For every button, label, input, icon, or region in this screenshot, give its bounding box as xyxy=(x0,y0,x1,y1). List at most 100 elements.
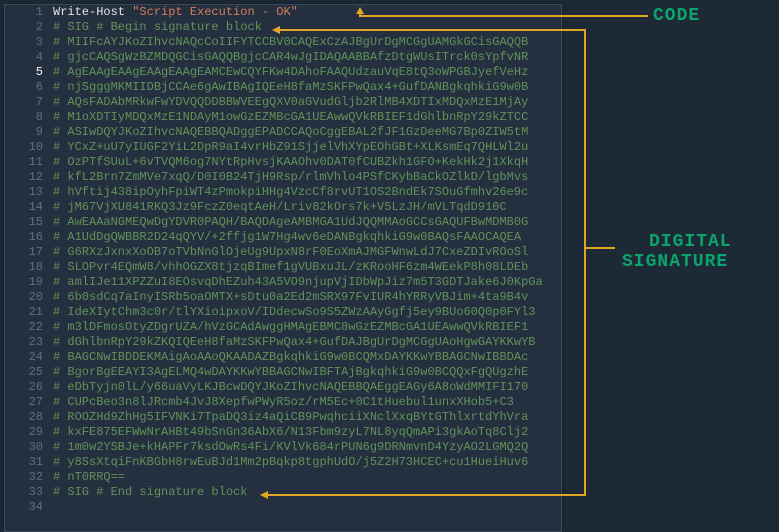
code-token: # amlIJe11XPZZuI8EOsvqDhEZuh43A5VO9njupV… xyxy=(53,275,543,289)
code-line: 1Write-Host "Script Execution - OK" xyxy=(5,5,561,20)
line-number: 12 xyxy=(5,170,53,185)
line-number: 22 xyxy=(5,320,53,335)
code-token: # BAGCNwIBDDEKMAigAoAAoQKAADAZBgkqhkiG9w… xyxy=(53,350,528,364)
code-token: "Script Execution - OK" xyxy=(132,5,298,19)
code-line: 9# ASIwDQYJKoZIhvcNAQEBBQADggEPADCCAQoCg… xyxy=(5,125,561,140)
line-content: # SIG # End signature block xyxy=(53,485,561,500)
line-number: 4 xyxy=(5,50,53,65)
line-number: 10 xyxy=(5,140,53,155)
code-token: # SIG # End signature block xyxy=(53,485,247,499)
line-number: 31 xyxy=(5,455,53,470)
line-number: 23 xyxy=(5,335,53,350)
line-content: # AwEAAaNGMEQwDgYDVR0PAQH/BAQDAgeAMBMGA1… xyxy=(53,215,561,230)
line-content: # AgEAAgEAAgEAAgEAAgEAMCEwCQYFKw4DAhoFAA… xyxy=(53,65,561,80)
code-line: 17# G6RXzJxnxXoOB7oTVbNnGlOjeUg9UpxN8rF0… xyxy=(5,245,561,260)
code-token: # M1oXDTIyMDQxMzE1NDAyM1owGzEZMBcGA1UEAw… xyxy=(53,110,528,124)
line-content: # gjcCAQSgWzBZMDQGCisGAQQBgjcCAR4wJgIDAQ… xyxy=(53,50,561,65)
line-number: 5 xyxy=(5,65,53,80)
line-content: # A1UdDgQWBBR2D24qQYV/+2ffjg1W7Hg4wv6eDA… xyxy=(53,230,561,245)
code-token: # MIIFcAYJKoZIhvcNAQcCoIIFYTCCBV0CAQExCz… xyxy=(53,35,528,49)
code-token: # ROOZHd9ZhHg5IFVNKi7TpaDQ3iz4aQiCB9Pwqh… xyxy=(53,410,528,424)
line-content: # SIG # Begin signature block xyxy=(53,20,561,35)
line-content: # G6RXzJxnxXoOB7oTVbNnGlOjeUg9UpxN8rF0Eo… xyxy=(53,245,561,260)
code-line: 10# YCxZ+uU7yIUGF2YiL2DpR9aI4vrHbZ91Sjje… xyxy=(5,140,561,155)
line-number: 21 xyxy=(5,305,53,320)
line-content: # hVftij438ipOyhFpiWT4zPmokpiHHg4VzcCf8r… xyxy=(53,185,561,200)
line-number: 14 xyxy=(5,200,53,215)
code-token: # gjcCAQSgWzBZMDQGCisGAQQBgjcCAR4wJgIDAQ… xyxy=(53,50,528,64)
code-token: # 6b0sdCq7aInyISRb5oaOMTX+sDtu0a2Ed2mSRX… xyxy=(53,290,528,304)
code-line: 30# 1m0w2YSBJe+kHAPFr7ksdOwRs4Fi/KVlVk68… xyxy=(5,440,561,455)
line-content: Write-Host "Script Execution - OK" xyxy=(53,5,561,20)
line-content: # OzPTfSUuL+6vTVQM6og7NYtRpHvsjKAAOhv0DA… xyxy=(53,155,561,170)
code-token: Write-Host xyxy=(53,5,125,19)
code-token: # SIG # Begin signature block xyxy=(53,20,262,34)
line-number: 3 xyxy=(5,35,53,50)
code-token: # nT0RRQ== xyxy=(53,470,125,484)
code-line: 14# jM67VjXU841RKQ3Jz9FczZ0eqtAeH/Lriv82… xyxy=(5,200,561,215)
line-content: # 1m0w2YSBJe+kHAPFr7ksdOwRs4Fi/KVlVk684r… xyxy=(53,440,561,455)
line-number: 33 xyxy=(5,485,53,500)
code-token: # kfL2Brn7ZmMVe7xqQ/D0I0B24TjH9Rsp/rlmVh… xyxy=(53,170,528,184)
code-line: 29# kxFE875EFWwNrAHBt49bSnGn36AbX6/N13Fb… xyxy=(5,425,561,440)
code-line: 31# y8SsXtqiFnKBGbH8rwEuBJd1Mm2pBqkp8tgp… xyxy=(5,455,561,470)
code-token: # IdeXIytChm3c0r/tlYXioipxoV/IDdecwSo9S5… xyxy=(53,305,535,319)
line-content: # 6b0sdCq7aInyISRb5oaOMTX+sDtu0a2Ed2mSRX… xyxy=(53,290,561,305)
line-number: 16 xyxy=(5,230,53,245)
code-line: 34 xyxy=(5,500,561,515)
code-line: 11# OzPTfSUuL+6vTVQM6og7NYtRpHvsjKAAOhv0… xyxy=(5,155,561,170)
code-token: # m3lDFmosOtyZDgrUZA/hVzGCAdAwggHMAgEBMC… xyxy=(53,320,528,334)
code-line: 33# SIG # End signature block xyxy=(5,485,561,500)
code-editor: 1Write-Host "Script Execution - OK"2# SI… xyxy=(4,4,562,532)
code-token: # jM67VjXU841RKQ3Jz9FczZ0eqtAeH/Lriv82kO… xyxy=(53,200,507,214)
line-content: # kfL2Brn7ZmMVe7xqQ/D0I0B24TjH9Rsp/rlmVh… xyxy=(53,170,561,185)
code-token: # dGhlbnRpY29kZKQIQEeH8faMzSKFPwQax4+Guf… xyxy=(53,335,535,349)
line-content: # kxFE875EFWwNrAHBt49bSnGn36AbX6/N13Fbm9… xyxy=(53,425,561,440)
line-number: 18 xyxy=(5,260,53,275)
code-token: # AgEAAgEAAgEAAgEAAgEAMCEwCQYFKw4DAhoFAA… xyxy=(53,65,528,79)
code-line: 20# 6b0sdCq7aInyISRb5oaOMTX+sDtu0a2Ed2mS… xyxy=(5,290,561,305)
code-line: 8# M1oXDTIyMDQxMzE1NDAyM1owGzEZMBcGA1UEA… xyxy=(5,110,561,125)
code-token: # ASIwDQYJKoZIhvcNAQEBBQADggEPADCCAQoCgg… xyxy=(53,125,528,139)
line-number: 26 xyxy=(5,380,53,395)
code-line: 16# A1UdDgQWBBR2D24qQYV/+2ffjg1W7Hg4wv6e… xyxy=(5,230,561,245)
code-line: 25# BgorBgEEAYI3AgELMQ4wDAYKKwYBBAGCNwIB… xyxy=(5,365,561,380)
code-line: 22# m3lDFmosOtyZDgrUZA/hVzGCAdAwggHMAgEB… xyxy=(5,320,561,335)
line-number: 20 xyxy=(5,290,53,305)
code-line: 26# eDbTyjn0lL/y66uaVyLKJBcwDQYJKoZIhvcN… xyxy=(5,380,561,395)
line-content: # BgorBgEEAYI3AgELMQ4wDAYKKwYBBAGCNwIBFT… xyxy=(53,365,561,380)
line-content: # eDbTyjn0lL/y66uaVyLKJBcwDQYJKoZIhvcNAQ… xyxy=(53,380,561,395)
line-number: 8 xyxy=(5,110,53,125)
line-content: # nT0RRQ== xyxy=(53,470,561,485)
line-number: 7 xyxy=(5,95,53,110)
line-number: 1 xyxy=(5,5,53,20)
line-number: 24 xyxy=(5,350,53,365)
line-number: 6 xyxy=(5,80,53,95)
code-annotation-label: CODE xyxy=(653,6,700,26)
line-content: # CUPcBeo3n8lJRcmb4JvJ8XepfwPWyR5oz/rM5E… xyxy=(53,395,561,410)
code-token: # 1m0w2YSBJe+kHAPFr7ksdOwRs4Fi/KVlVk684r… xyxy=(53,440,528,454)
code-line: 6# njSgggMKMIIDBjCCAe6gAwIBAgIQEeH8faMzS… xyxy=(5,80,561,95)
code-token: # AwEAAaNGMEQwDgYDVR0PAQH/BAQDAgeAMBMGA1… xyxy=(53,215,528,229)
code-line: 27# CUPcBeo3n8lJRcmb4JvJ8XepfwPWyR5oz/rM… xyxy=(5,395,561,410)
code-line: 12# kfL2Brn7ZmMVe7xqQ/D0I0B24TjH9Rsp/rlm… xyxy=(5,170,561,185)
code-token: # eDbTyjn0lL/y66uaVyLKJBcwDQYJKoZIhvcNAQ… xyxy=(53,380,528,394)
code-token: # G6RXzJxnxXoOB7oTVbNnGlOjeUg9UpxN8rF0Eo… xyxy=(53,245,528,259)
line-content: # y8SsXtqiFnKBGbH8rwEuBJd1Mm2pBqkp8tgphU… xyxy=(53,455,561,470)
line-number: 11 xyxy=(5,155,53,170)
line-content: # ROOZHd9ZhHg5IFVNKi7TpaDQ3iz4aQiCB9Pwqh… xyxy=(53,410,561,425)
line-number: 34 xyxy=(5,500,53,515)
code-line: 21# IdeXIytChm3c0r/tlYXioipxoV/IDdecwSo9… xyxy=(5,305,561,320)
code-token: # hVftij438ipOyhFpiWT4zPmokpiHHg4VzcCf8r… xyxy=(53,185,528,199)
code-line: 28# ROOZHd9ZhHg5IFVNKi7TpaDQ3iz4aQiCB9Pw… xyxy=(5,410,561,425)
code-token: # BgorBgEEAYI3AgELMQ4wDAYKKwYBBAGCNwIBFT… xyxy=(53,365,528,379)
code-line: 2# SIG # Begin signature block xyxy=(5,20,561,35)
code-token: # y8SsXtqiFnKBGbH8rwEuBJd1Mm2pBqkp8tgphU… xyxy=(53,455,528,469)
line-number: 2 xyxy=(5,20,53,35)
code-token: # CUPcBeo3n8lJRcmb4JvJ8XepfwPWyR5oz/rM5E… xyxy=(53,395,514,409)
line-number: 28 xyxy=(5,410,53,425)
code-token: # kxFE875EFWwNrAHBt49bSnGn36AbX6/N13Fbm9… xyxy=(53,425,528,439)
code-token: # njSgggMKMIIDBjCCAe6gAwIBAgIQEeH8faMzSK… xyxy=(53,80,528,94)
code-line: 23# dGhlbnRpY29kZKQIQEeH8faMzSKFPwQax4+G… xyxy=(5,335,561,350)
line-number: 27 xyxy=(5,395,53,410)
